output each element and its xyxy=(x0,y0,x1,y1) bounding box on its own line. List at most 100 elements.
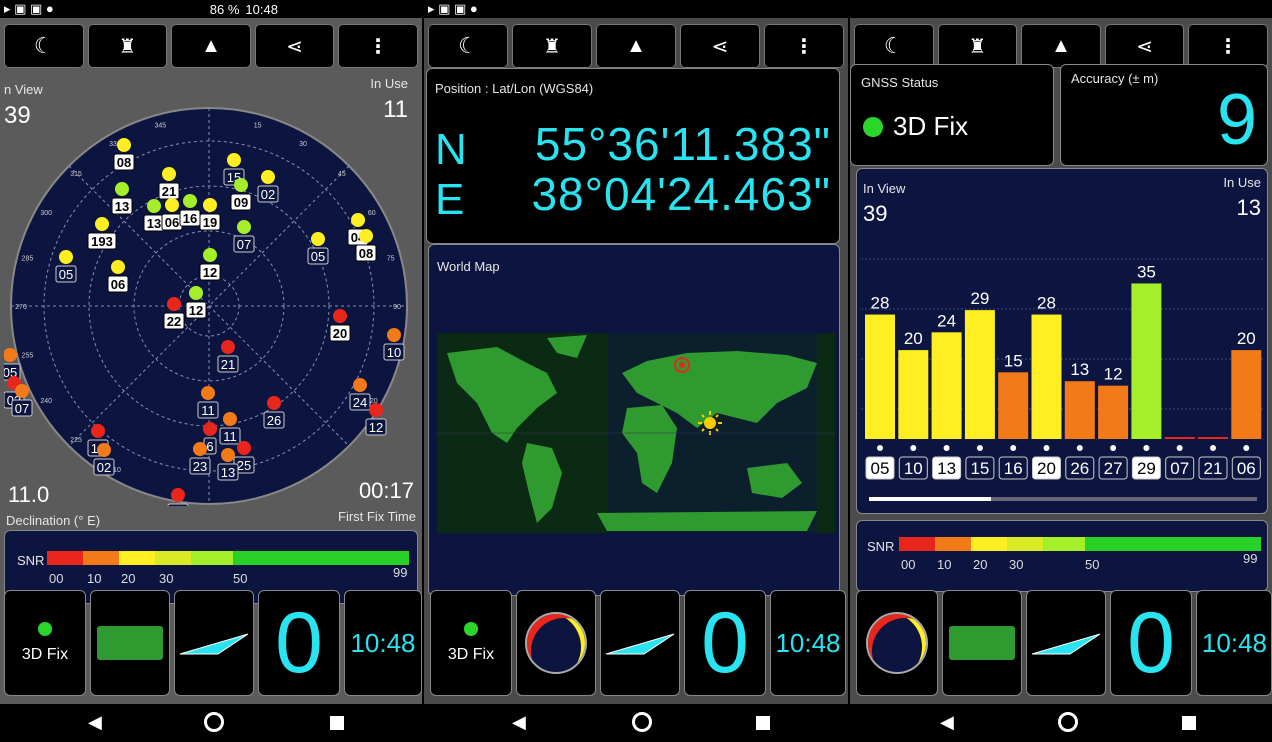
compass-widget[interactable] xyxy=(174,590,254,696)
count-widget[interactable]: 0 xyxy=(1110,590,1192,696)
accuracy-card: Accuracy (± m) 9 xyxy=(1060,64,1268,166)
recents-icon[interactable] xyxy=(756,716,770,730)
fix-widget[interactable]: 3D Fix xyxy=(4,590,86,696)
back-icon[interactable]: ◀ xyxy=(512,712,526,733)
prn-label: 05 xyxy=(871,459,890,478)
compass-needle-icon xyxy=(1031,633,1101,655)
world-map-card[interactable]: World Map xyxy=(428,244,840,596)
satellite-label: 10 xyxy=(387,345,401,360)
prn-label: 27 xyxy=(1104,459,1123,478)
satellite-label: 23 xyxy=(193,459,207,474)
longitude-value: 38°04'24.463" xyxy=(531,168,831,220)
map-widget[interactable] xyxy=(90,590,170,696)
snr-bar xyxy=(1098,385,1129,439)
more-vert-icon: ⋮ xyxy=(794,35,814,58)
prn-label: 16 xyxy=(1004,459,1023,478)
share-button[interactable]: ⋖ xyxy=(680,24,760,68)
prn-label: 21 xyxy=(1204,459,1223,478)
more-button[interactable]: ⋮ xyxy=(764,24,844,68)
share-button[interactable]: ⋖ xyxy=(1104,24,1185,68)
satellite-label: 05 xyxy=(59,267,73,282)
navigation-arrow-icon: ▲ xyxy=(626,34,646,57)
more-vert-icon: ⋮ xyxy=(1218,35,1239,58)
world-map-thumb-icon xyxy=(949,626,1015,660)
map-mode-button[interactable]: ♜ xyxy=(937,24,1018,68)
recents-icon[interactable] xyxy=(1182,716,1196,730)
skyplot-widget[interactable] xyxy=(856,590,938,696)
home-icon[interactable] xyxy=(1058,712,1078,732)
snr-dot xyxy=(910,445,917,451)
time-widget[interactable]: 10:48 xyxy=(1196,590,1272,696)
fix-widget[interactable]: 3D Fix xyxy=(430,590,512,696)
azimuth-tick: 225 xyxy=(70,437,82,444)
home-icon[interactable] xyxy=(204,712,224,732)
time-widget[interactable]: 10:48 xyxy=(770,590,846,696)
snr-bar-value: 28 xyxy=(871,294,890,313)
snr-chart-card: In View 39 In Use 13 28 05 20 10 24 13 29 15 15 1… xyxy=(856,168,1268,514)
snr-bar xyxy=(964,310,995,439)
compass-widget[interactable] xyxy=(600,590,680,696)
map-mode-button[interactable]: ♜ xyxy=(87,24,168,68)
navigation-button[interactable]: ▲ xyxy=(1021,24,1101,68)
declination-value: 11.0 xyxy=(8,482,50,507)
azimuth-tick: 240 xyxy=(40,398,52,405)
fix-status-text: 3D Fix xyxy=(893,111,969,141)
gnss-status-label: GNSS Status xyxy=(861,75,939,90)
skyplot-widget[interactable] xyxy=(516,590,596,696)
more-vert-icon: ⋮ xyxy=(368,35,389,58)
count-widget[interactable]: 0 xyxy=(258,590,340,696)
satellite-label: 16 xyxy=(183,211,197,226)
satellite-label: 193 xyxy=(91,234,113,249)
fix-dot-icon xyxy=(464,622,478,636)
satellite-label: 13 xyxy=(147,216,161,231)
snr-tick: 50 xyxy=(1085,557,1100,572)
azimuth-tick: 30 xyxy=(299,141,307,148)
moon-icon: ☾ xyxy=(33,33,54,58)
first-fix-label: First Fix Time xyxy=(338,509,416,524)
toolbar-3: ☾ ♜ ▲ ⋖ ⋮ xyxy=(850,24,1272,68)
snr-bar xyxy=(1164,437,1195,439)
home-icon[interactable] xyxy=(632,712,652,732)
latitude-value: 55°36'11.383" xyxy=(534,118,831,170)
compass-widget[interactable] xyxy=(1026,590,1106,696)
back-icon[interactable]: ◀ xyxy=(940,712,954,733)
snr-bar-chart: 28 05 20 10 24 13 29 15 15 16 28 20 13 26 12 27 35 29 07 21… xyxy=(861,258,1265,501)
snr-bar-value: 15 xyxy=(1004,351,1023,370)
count-widget[interactable]: 0 xyxy=(684,590,766,696)
satellite-label: 12 xyxy=(203,265,217,280)
scroll-thumb[interactable] xyxy=(869,497,991,501)
snr-tick: 00 xyxy=(901,557,916,572)
snr-scale-bar xyxy=(899,537,1261,551)
snr-dot xyxy=(976,445,983,451)
navigation-button[interactable]: ▲ xyxy=(171,24,251,68)
battery-text: 86 % xyxy=(209,1,240,17)
map-mode-button[interactable]: ♜ xyxy=(512,24,592,68)
snr-bar-value: 13 xyxy=(1070,360,1089,379)
night-mode-button[interactable]: ☾ xyxy=(4,24,84,68)
share-button[interactable]: ⋖ xyxy=(254,24,335,68)
azimuth-tick: 270 xyxy=(15,304,27,311)
position-label: Position : Lat/Lon (WGS84) xyxy=(435,81,594,96)
map-widget[interactable] xyxy=(942,590,1022,696)
compass-needle-icon xyxy=(179,633,249,655)
snr-dot xyxy=(1010,445,1017,451)
more-button[interactable]: ⋮ xyxy=(338,24,418,68)
in-view-label: In View xyxy=(863,181,906,196)
snr-dot xyxy=(943,445,950,451)
prn-label: 07 xyxy=(1170,459,1189,478)
snr-dot xyxy=(1243,445,1250,451)
night-mode-button[interactable]: ☾ xyxy=(428,24,508,68)
recents-icon[interactable] xyxy=(330,716,344,730)
night-mode-button[interactable]: ☾ xyxy=(854,24,934,68)
accuracy-label: Accuracy (± m) xyxy=(1071,71,1159,86)
azimuth-tick: 15 xyxy=(254,122,262,129)
sky-plot[interactable]: 9010512075604530153453303153002852702552… xyxy=(4,106,414,506)
more-button[interactable]: ⋮ xyxy=(1188,24,1268,68)
satellite-label: 11 xyxy=(201,403,215,418)
notification-icons-2: ▸ ▣ ▣ ● xyxy=(428,1,478,16)
satellite-label: 06 xyxy=(165,215,179,230)
navigation-button[interactable]: ▲ xyxy=(596,24,676,68)
back-icon[interactable]: ◀ xyxy=(88,712,102,733)
time-widget[interactable]: 10:48 xyxy=(344,590,422,696)
share-icon: ⋖ xyxy=(286,35,303,58)
